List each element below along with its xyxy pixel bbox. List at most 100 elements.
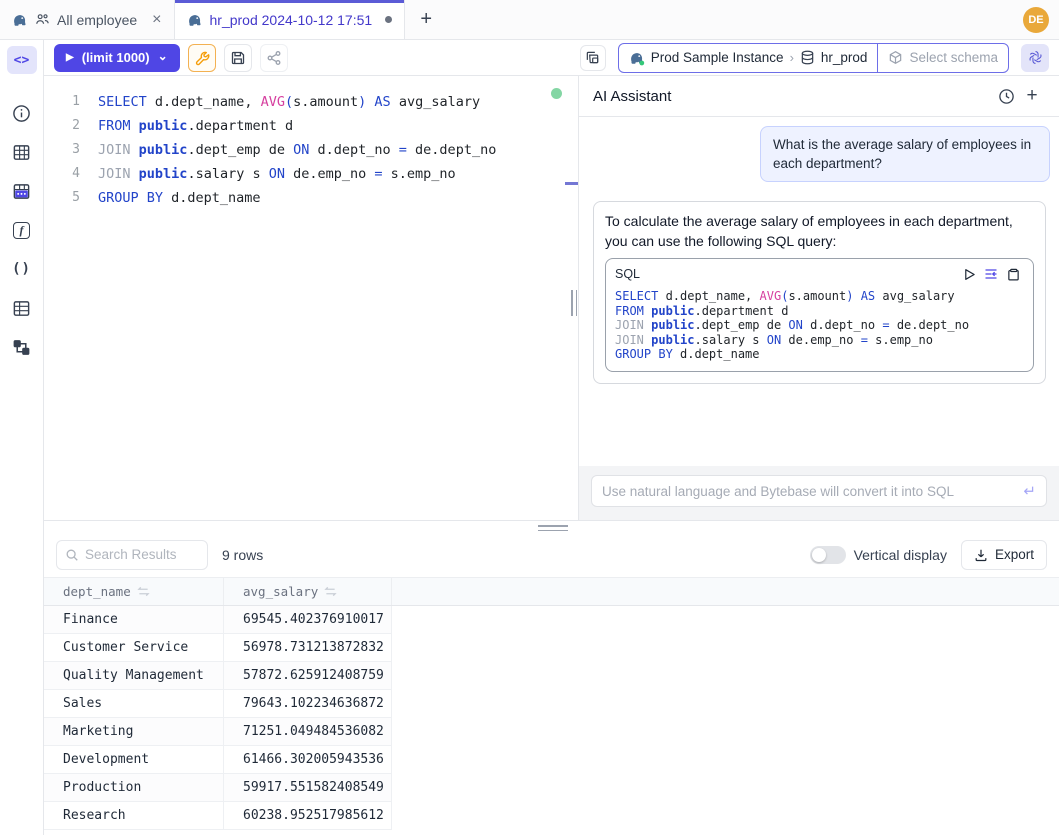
cell-avg-salary[interactable]: 71251.049484536082 xyxy=(224,718,392,746)
info-icon[interactable] xyxy=(7,98,37,128)
share-button[interactable] xyxy=(260,44,288,72)
select-schema-button[interactable]: Select schema xyxy=(877,44,1008,72)
table-row[interactable]: Production59917.551582408549 xyxy=(44,774,1059,802)
assistant-message: To calculate the average salary of emplo… xyxy=(593,201,1046,384)
column-header-avg-salary[interactable]: avg_salary xyxy=(224,578,392,605)
postgres-icon xyxy=(629,50,645,66)
vertical-display-toggle[interactable] xyxy=(810,546,846,564)
table-detail-icon[interactable] xyxy=(7,293,37,323)
table-row[interactable]: Development61466.302005943536 xyxy=(44,746,1059,774)
new-tab-button[interactable]: + xyxy=(405,0,447,39)
history-clock-icon[interactable] xyxy=(993,83,1019,109)
editor-code-line[interactable]: 2FROM public.department d xyxy=(44,114,578,138)
connection-chip: Prod Sample Instance › hr_prod Select sc… xyxy=(618,43,1009,73)
run-query-button[interactable]: ▶ (limit 1000) ⌄ xyxy=(54,44,180,72)
new-chat-plus-icon[interactable]: + xyxy=(1019,83,1045,109)
tab-all-employee[interactable]: All employee × xyxy=(0,0,175,39)
play-icon: ▶ xyxy=(66,52,74,63)
sql-code-block: SELECT d.dept_name, AVG(s.amount) AS avg… xyxy=(615,289,1024,362)
save-button[interactable] xyxy=(224,44,252,72)
cell-avg-salary[interactable]: 59917.551582408549 xyxy=(224,774,392,802)
ai-code-line: SELECT d.dept_name, AVG(s.amount) AS avg… xyxy=(615,289,1024,304)
close-icon[interactable]: × xyxy=(152,11,161,29)
format-sql-button[interactable] xyxy=(580,45,606,71)
postgres-icon xyxy=(12,12,28,28)
cell-avg-salary[interactable]: 60238.952517985612 xyxy=(224,802,392,830)
run-code-icon[interactable] xyxy=(958,264,980,284)
mock-data-icon[interactable] xyxy=(7,176,37,206)
editor-code-line[interactable]: 3JOIN public.dept_emp de ON d.dept_no = … xyxy=(44,138,578,162)
schema-diagram-icon[interactable] xyxy=(7,332,37,362)
tab-label: All employee xyxy=(57,12,137,28)
schema-placeholder: Select schema xyxy=(909,50,998,65)
cell-dept-name[interactable]: Marketing xyxy=(44,718,224,746)
cell-dept-name[interactable]: Finance xyxy=(44,606,224,634)
wrench-icon xyxy=(194,50,210,66)
vertical-display-label: Vertical display xyxy=(854,547,947,563)
function-icon[interactable]: f xyxy=(7,215,37,245)
code-language-label: SQL xyxy=(615,264,640,284)
table-row[interactable]: Research60238.952517985612 xyxy=(44,802,1059,830)
table-row[interactable]: Customer Service56978.731213872832 xyxy=(44,634,1059,662)
copy-icon[interactable] xyxy=(1002,264,1024,284)
ai-assistant-title: AI Assistant xyxy=(593,88,671,105)
cell-dept-name[interactable]: Customer Service xyxy=(44,634,224,662)
editor-code-line[interactable]: 4JOIN public.salary s ON de.emp_no = s.e… xyxy=(44,162,578,186)
search-results-box[interactable] xyxy=(56,540,208,570)
insert-into-editor-icon[interactable] xyxy=(980,264,1002,284)
cell-dept-name[interactable]: Production xyxy=(44,774,224,802)
search-icon xyxy=(65,548,79,562)
results-table: dept_name avg_salary Finance69545.402376… xyxy=(44,577,1059,835)
tables-icon[interactable] xyxy=(7,137,37,167)
postgres-icon xyxy=(187,12,203,28)
openai-icon xyxy=(1027,49,1044,66)
ai-code-line: JOIN public.salary s ON de.emp_no = s.em… xyxy=(615,333,1024,348)
cell-avg-salary[interactable]: 56978.731213872832 xyxy=(224,634,392,662)
cell-dept-name[interactable]: Research xyxy=(44,802,224,830)
download-icon xyxy=(974,548,988,562)
column-header-dept-name[interactable]: dept_name xyxy=(44,578,224,605)
avatar[interactable]: DE xyxy=(1023,7,1049,33)
left-rail: <> f () xyxy=(0,40,44,835)
run-label: (limit 1000) xyxy=(82,50,150,65)
editor-code-line[interactable]: 1SELECT d.dept_name, AVG(s.amount) AS av… xyxy=(44,90,578,114)
sql-editor[interactable]: 1SELECT d.dept_name, AVG(s.amount) AS av… xyxy=(44,76,578,520)
export-button[interactable]: Export xyxy=(961,540,1047,570)
table-row[interactable]: Marketing71251.049484536082 xyxy=(44,718,1059,746)
user-message: What is the average salary of employees … xyxy=(760,126,1050,182)
sheet-icon xyxy=(35,12,50,27)
schema-cube-icon xyxy=(888,50,903,65)
table-row[interactable]: Sales79643.102234636872 xyxy=(44,690,1059,718)
ai-code-line: GROUP BY d.dept_name xyxy=(615,347,1024,362)
parentheses-icon[interactable]: () xyxy=(7,254,37,284)
instance-label: Prod Sample Instance xyxy=(651,50,784,65)
unsaved-dot-icon xyxy=(385,16,392,23)
openai-assistant-button[interactable] xyxy=(1021,44,1049,72)
tab-bar: All employee × hr_prod 2024-10-12 17:51 … xyxy=(0,0,1059,40)
table-row[interactable]: Finance69545.402376910017 xyxy=(44,606,1059,634)
sql-editor-code-button[interactable]: <> xyxy=(7,46,37,74)
tab-hr-prod[interactable]: hr_prod 2024-10-12 17:51 xyxy=(175,0,406,39)
table-body: Finance69545.402376910017Customer Servic… xyxy=(44,606,1059,830)
cell-dept-name[interactable]: Sales xyxy=(44,690,224,718)
scrollbar-indicator[interactable] xyxy=(565,182,578,185)
assistant-text: To calculate the average salary of emplo… xyxy=(605,211,1034,251)
cell-avg-salary[interactable]: 79643.102234636872 xyxy=(224,690,392,718)
results-toolbar: 9 rows Vertical display Export xyxy=(44,532,1059,577)
editor-code-line[interactable]: 5GROUP BY d.dept_name xyxy=(44,186,578,210)
cell-avg-salary[interactable]: 69545.402376910017 xyxy=(224,606,392,634)
vertical-resize-handle[interactable] xyxy=(571,290,577,316)
splitter-drag-handle[interactable] xyxy=(538,525,568,534)
ai-prompt-input[interactable] xyxy=(602,484,1023,499)
cell-avg-salary[interactable]: 57872.625912408759 xyxy=(224,662,392,690)
admin-wrench-button[interactable] xyxy=(188,44,216,72)
cell-avg-salary[interactable]: 61466.302005943536 xyxy=(224,746,392,774)
connection-instance[interactable]: Prod Sample Instance › hr_prod xyxy=(619,44,878,72)
chevron-right-icon: › xyxy=(790,50,794,65)
search-results-input[interactable] xyxy=(85,547,199,562)
cell-dept-name[interactable]: Development xyxy=(44,746,224,774)
cell-dept-name[interactable]: Quality Management xyxy=(44,662,224,690)
table-row[interactable]: Quality Management57872.625912408759 xyxy=(44,662,1059,690)
horizontal-splitter[interactable] xyxy=(44,520,1059,532)
chevron-down-icon: ⌄ xyxy=(158,49,168,63)
